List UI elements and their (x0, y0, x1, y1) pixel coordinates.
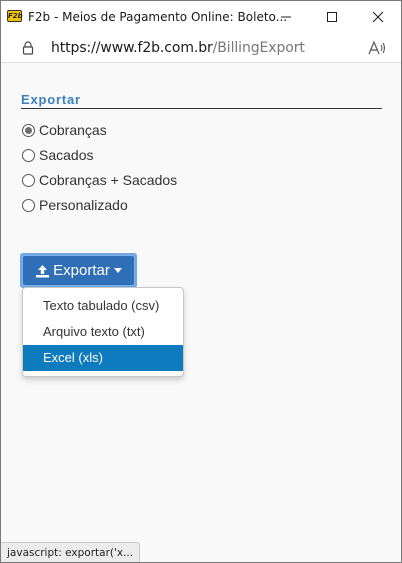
url-path: /BillingExport (212, 40, 305, 56)
window-title: F2b - Meios de Pagamento Online: Boleto.… (28, 10, 288, 24)
export-button-label: Exportar (53, 262, 110, 279)
close-button[interactable] (355, 1, 401, 33)
app-logo-icon: F2b (7, 10, 23, 22)
menu-item-xls[interactable]: Excel (xls) (23, 345, 183, 371)
option-personalizado[interactable]: Personalizado (22, 196, 128, 214)
close-icon (372, 11, 384, 23)
minimize-icon (281, 16, 291, 18)
page-content: Exportar Cobranças Sacados Cobranças + S… (1, 63, 401, 543)
maximize-icon (327, 12, 337, 22)
browser-window: F2b F2b - Meios de Pagamento Online: Bol… (0, 0, 402, 563)
read-aloud-icon[interactable] (367, 39, 387, 57)
url-host: https://www.f2b.com.br (51, 40, 213, 56)
radio-label: Personalizado (39, 197, 128, 213)
menu-item-txt[interactable]: Arquivo texto (txt) (23, 319, 183, 345)
export-button[interactable]: Exportar (20, 253, 137, 288)
url-text[interactable]: https://www.f2b.com.br/BillingExport (51, 40, 305, 56)
upload-icon (36, 264, 50, 277)
status-bar: javascript: exportar('x... (1, 542, 141, 562)
radio-button[interactable] (22, 148, 35, 162)
export-legend: Exportar (21, 92, 382, 109)
option-sacados[interactable]: Sacados (22, 146, 93, 164)
radio-button[interactable] (22, 173, 35, 187)
radio-label: Sacados (39, 147, 94, 163)
radio-label: Cobranças + Sacados (39, 172, 178, 188)
radio-label: Cobranças (39, 122, 107, 138)
address-bar[interactable]: https://www.f2b.com.br/BillingExport (1, 33, 401, 63)
maximize-button[interactable] (309, 1, 355, 33)
export-dropdown-menu: Texto tabulado (csv) Arquivo texto (txt)… (22, 287, 184, 377)
lock-icon (22, 41, 34, 55)
option-cobrancas-sacados[interactable]: Cobranças + Sacados (22, 171, 177, 189)
minimize-button[interactable] (263, 1, 309, 33)
title-bar: F2b F2b - Meios de Pagamento Online: Bol… (1, 1, 401, 33)
radio-button[interactable] (22, 198, 35, 212)
menu-item-csv[interactable]: Texto tabulado (csv) (23, 293, 183, 319)
caret-down-icon (113, 268, 122, 273)
radio-button[interactable] (22, 123, 35, 137)
export-button-face: Exportar (23, 256, 134, 285)
option-cobrancas[interactable]: Cobranças (22, 121, 107, 139)
